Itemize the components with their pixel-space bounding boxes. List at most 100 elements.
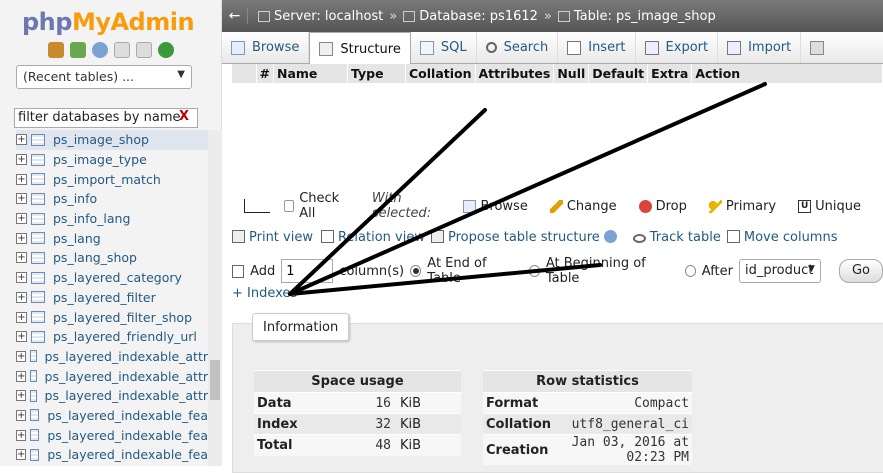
table-list-item[interactable]: + ps_layered_indexable_attr — [16, 386, 208, 406]
table-list-item[interactable]: + ps_layered_friendly_url — [16, 327, 208, 347]
tab-browse[interactable]: Browse — [222, 32, 310, 63]
table-list-item[interactable]: + ps_layered_indexable_fea — [16, 406, 208, 426]
table-list-item[interactable]: + ps_layered_indexable_attr — [16, 366, 208, 386]
clear-filter-button[interactable]: X — [179, 109, 189, 124]
go-button[interactable]: Go — [838, 259, 883, 283]
table-name[interactable]: ps_layered_filter — [53, 290, 156, 305]
table-name[interactable]: ps_layered_indexable_fea — [47, 447, 208, 462]
settings-icon[interactable] — [136, 42, 152, 58]
expand-icon[interactable]: + — [16, 331, 27, 343]
table-list-item[interactable]: + ps_layered_indexable_attr — [16, 347, 208, 367]
after-radio[interactable] — [684, 265, 696, 277]
at-end-label[interactable]: At End of Table — [427, 256, 516, 286]
expand-icon[interactable]: + — [16, 134, 27, 146]
reload-icon[interactable] — [158, 42, 174, 58]
expand-icon[interactable]: + — [16, 173, 27, 185]
table-name[interactable]: ps_image_shop — [53, 132, 149, 147]
column-count-input[interactable] — [281, 259, 334, 283]
expand-icon[interactable]: + — [16, 213, 27, 225]
after-column-select[interactable]: id_product ▼ — [738, 259, 821, 283]
at-end-radio[interactable] — [410, 265, 422, 277]
expand-icon[interactable]: + — [16, 390, 27, 402]
tab-search[interactable]: Search — [477, 32, 559, 63]
expand-icon[interactable]: + — [16, 449, 27, 461]
table-name[interactable]: ps_info — [53, 191, 97, 206]
tab-sql[interactable]: SQL — [411, 32, 477, 63]
expand-icon[interactable]: + — [16, 311, 27, 323]
help-icon[interactable] — [603, 230, 617, 243]
table-name[interactable]: ps_layered_indexable_fea — [47, 428, 208, 443]
expand-icon[interactable]: + — [16, 409, 27, 421]
bulk-change-button[interactable]: Change — [549, 199, 617, 214]
relation-view-link[interactable]: Relation view — [320, 230, 425, 245]
expand-icon[interactable]: + — [16, 232, 27, 244]
collapse-arrow-icon[interactable]: ← — [222, 8, 248, 24]
search-icon — [485, 42, 497, 53]
expand-icon[interactable]: + — [16, 350, 27, 362]
indexes-toggle[interactable]: + Indexes — [232, 286, 297, 301]
scrollbar-thumb[interactable] — [210, 360, 220, 400]
filter-databases-input[interactable]: filter databases by name X — [14, 108, 198, 128]
propose-structure-link[interactable]: Propose table structure — [430, 230, 621, 245]
recent-tables-select[interactable]: (Recent tables) ... ▼ — [16, 65, 192, 89]
expand-icon[interactable]: + — [16, 193, 27, 205]
tab-export[interactable]: Export — [636, 32, 719, 63]
logout-icon[interactable] — [70, 42, 86, 58]
phpmyadmin-logo[interactable]: phpMyAdmin — [22, 8, 195, 36]
breadcrumb-server[interactable]: Server: localhost — [274, 9, 383, 24]
table-list-item[interactable]: + ps_layered_category — [16, 268, 208, 288]
tab-insert[interactable]: Insert — [558, 32, 636, 63]
table-name[interactable]: ps_image_type — [53, 152, 147, 167]
docs-icon[interactable] — [114, 42, 130, 58]
table-list-item[interactable]: + ps_layered_filter_shop — [16, 307, 208, 327]
table-list-item[interactable]: + ps_lang_shop — [16, 248, 208, 268]
check-all-checkbox[interactable] — [283, 200, 295, 212]
table-name[interactable]: ps_layered_indexable_attr — [45, 388, 208, 403]
expand-icon[interactable]: + — [16, 154, 27, 166]
table-name[interactable]: ps_info_lang — [53, 211, 130, 226]
bulk-browse-button[interactable]: Browse — [463, 199, 528, 214]
breadcrumb-table[interactable]: Table: ps_image_shop — [574, 9, 716, 24]
table-list-item[interactable]: + ps_info — [16, 189, 208, 209]
table-name[interactable]: ps_import_match — [53, 172, 161, 187]
expand-icon[interactable]: + — [16, 370, 27, 382]
expand-icon[interactable]: + — [16, 252, 27, 264]
table-name[interactable]: ps_layered_indexable_attr — [45, 349, 208, 364]
table-list-item[interactable]: + ps_lang — [16, 228, 208, 248]
table-name[interactable]: ps_layered_category — [53, 270, 182, 285]
table-list-item[interactable]: + ps_layered_indexable_fea — [16, 445, 208, 465]
table-name[interactable]: ps_layered_indexable_attr — [45, 369, 208, 384]
tab-structure[interactable]: Structure — [309, 32, 411, 65]
table-name[interactable]: ps_layered_indexable_fea — [47, 408, 208, 423]
home-icon[interactable] — [48, 42, 64, 58]
tab-import[interactable]: Import — [718, 32, 802, 63]
bulk-unique-button[interactable]: U Unique — [798, 199, 861, 214]
expand-icon[interactable]: + — [16, 429, 27, 441]
table-list-item[interactable]: + ps_import_match — [16, 169, 208, 189]
at-beginning-radio[interactable] — [528, 265, 540, 277]
check-all-label[interactable]: Check All — [299, 191, 350, 221]
after-label[interactable]: After — [702, 264, 733, 279]
nav-scrollbar[interactable] — [208, 130, 222, 466]
table-name[interactable]: ps_lang — [53, 231, 101, 246]
table-list-item[interactable]: + ps_image_type — [16, 150, 208, 170]
table-list-item[interactable]: + ps_layered_filter — [16, 288, 208, 308]
tab-operations[interactable] — [801, 32, 831, 63]
move-columns-link[interactable]: Move columns — [726, 230, 837, 245]
expand-icon[interactable]: + — [16, 291, 27, 303]
table-list-item[interactable]: + ps_image_shop — [16, 130, 208, 150]
bulk-primary-button[interactable]: Primary — [708, 199, 776, 214]
table-list-item[interactable]: + ps_layered_indexable_fea — [16, 425, 208, 445]
column-header[interactable]: Name — [273, 64, 348, 83]
table-name[interactable]: ps_layered_friendly_url — [53, 329, 197, 344]
breadcrumb-database[interactable]: Database: ps1612 — [419, 9, 538, 24]
bulk-drop-button[interactable]: Drop — [638, 199, 687, 214]
table-list-item[interactable]: + ps_info_lang — [16, 209, 208, 229]
help-icon[interactable] — [92, 42, 108, 58]
table-name[interactable]: ps_layered_filter_shop — [53, 310, 192, 325]
track-table-link[interactable]: Track table — [632, 230, 721, 245]
at-beginning-label[interactable]: At Beginning of Table — [546, 256, 673, 286]
table-name[interactable]: ps_lang_shop — [53, 250, 137, 265]
expand-icon[interactable]: + — [16, 272, 27, 284]
print-view-link[interactable]: Print view — [232, 230, 313, 245]
